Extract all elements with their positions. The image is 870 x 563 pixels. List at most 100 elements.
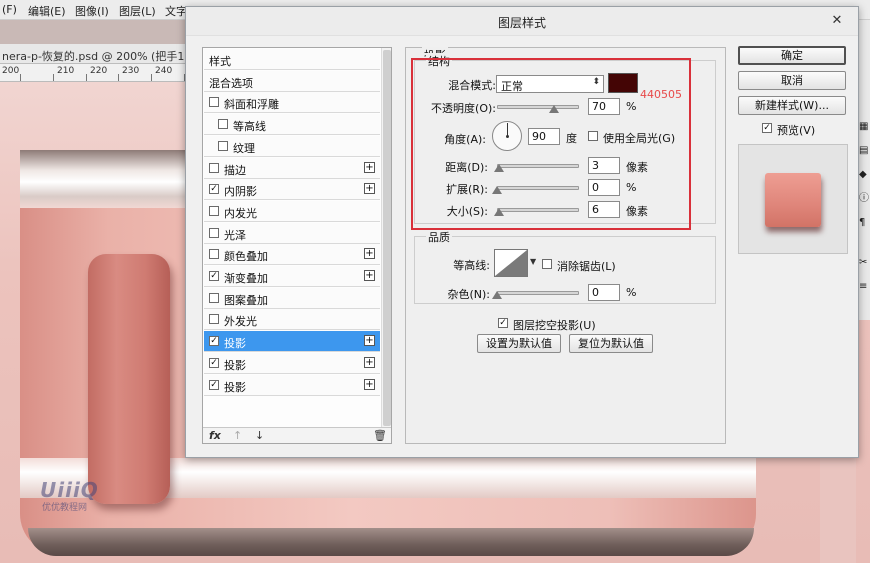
tool-icon[interactable]: ▤ [859, 144, 870, 158]
menu-edit[interactable]: 编辑(E) [28, 3, 66, 19]
watermark-text: 优优教程网 [42, 503, 88, 513]
menu-image[interactable]: 图像(I) [75, 3, 109, 19]
add-effect-plus-icon[interactable]: + [364, 183, 375, 195]
move-up-icon[interactable]: ↑ [233, 429, 242, 442]
style-list-label: 内发光 [224, 206, 257, 220]
anti-alias-label[interactable]: 消除锯齿(L) [557, 258, 616, 274]
make-default-button[interactable]: 设置为默认值 [477, 334, 561, 353]
style-list-item-drop-shadow[interactable]: ✓ 投影 + [204, 352, 380, 374]
style-list-item-styles[interactable]: 样式 [204, 49, 380, 70]
contour-curve-icon [495, 250, 527, 276]
style-list-label: 描边 [224, 163, 246, 177]
style-list-item-drop-shadow[interactable]: ✓ 投影 + [204, 331, 380, 353]
style-list-item-satin[interactable]: 光泽 [204, 222, 380, 244]
horizontal-ruler: 200 210 220 230 240 25 [0, 64, 200, 82]
dropdown-arrow-icon[interactable]: ▼ [530, 257, 536, 266]
watermark-logo: UiiiQ [40, 478, 99, 502]
noise-input[interactable]: 0 [588, 284, 620, 301]
cup-rim [20, 150, 200, 208]
style-list-item-contour[interactable]: 等高线 [204, 114, 380, 136]
style-list-item-stroke[interactable]: 描边 + [204, 157, 380, 179]
style-list-scrollbar[interactable] [381, 48, 391, 428]
style-checkbox[interactable]: ✓ [209, 336, 219, 347]
style-checkbox[interactable] [209, 314, 219, 325]
ruler-tick [20, 74, 21, 81]
move-down-icon[interactable]: ↓ [255, 429, 264, 442]
preview-label[interactable]: 预览(V) [777, 122, 815, 138]
knockout-checkbox[interactable]: ✓ [498, 318, 508, 328]
reset-default-button[interactable]: 复位为默认值 [569, 334, 653, 353]
add-effect-plus-icon[interactable]: + [364, 335, 375, 347]
knockout-label[interactable]: 图层挖空投影(U) [513, 317, 596, 333]
style-list-item-bevel-emboss[interactable]: 斜面和浮雕 [204, 92, 380, 114]
style-checkbox[interactable]: ✓ [209, 271, 219, 281]
style-list-label: 样式 [209, 55, 231, 68]
preview-checkbox[interactable]: ✓ [762, 123, 772, 133]
contour-picker[interactable] [494, 249, 528, 277]
new-style-button[interactable]: 新建样式(W)... [738, 96, 846, 115]
style-list-item-pattern-overlay[interactable]: 图案叠加 [204, 287, 380, 309]
style-list-item-inner-glow[interactable]: 内发光 [204, 200, 380, 222]
style-list-item-inner-shadow[interactable]: ✓ 内阴影 + [204, 179, 380, 201]
style-list-label: 图案叠加 [224, 293, 268, 307]
tool-icon[interactable]: ✂ [859, 256, 870, 270]
style-list-item-gradient-overlay[interactable]: ✓ 渐变叠加 + [204, 266, 380, 287]
style-list-item-color-overlay[interactable]: 颜色叠加 + [204, 244, 380, 266]
annotation-highlight-box [411, 58, 691, 230]
noise-slider[interactable] [497, 291, 579, 295]
trash-icon[interactable]: 🗑 [373, 429, 387, 442]
fx-icon[interactable]: fx [209, 429, 221, 442]
style-list-label: 投影 [224, 380, 246, 394]
style-list-item-outer-glow[interactable]: 外发光 [204, 309, 380, 331]
add-effect-plus-icon[interactable]: + [364, 248, 375, 260]
tool-icon[interactable]: ◆ [859, 168, 870, 182]
paragraph-icon[interactable]: ¶ [859, 216, 870, 230]
style-checkbox[interactable] [209, 292, 219, 303]
tool-icon[interactable]: ▦ [859, 120, 870, 134]
cup-base [28, 528, 754, 556]
style-list-label: 颜色叠加 [224, 250, 268, 264]
style-list-label: 外发光 [224, 315, 257, 329]
style-list-label: 投影 [224, 337, 246, 351]
style-list-item-texture[interactable]: 纹理 [204, 135, 380, 157]
style-checkbox[interactable] [209, 162, 219, 173]
tool-icon[interactable]: ≡ [859, 280, 870, 294]
style-list-label: 光泽 [224, 228, 246, 242]
style-list-label: 投影 [224, 358, 246, 372]
menu-file[interactable]: (F) [2, 3, 17, 16]
style-list-label: 渐变叠加 [224, 272, 268, 285]
anti-alias-checkbox[interactable] [542, 259, 552, 269]
annotation-color-code: 440505 [640, 88, 682, 101]
style-list-item-blending-options[interactable]: 混合选项 [204, 70, 380, 92]
ruler-number: 220 [90, 66, 108, 76]
noise-unit: % [626, 286, 637, 299]
style-checkbox[interactable]: ✓ [209, 357, 219, 368]
style-checkbox[interactable] [209, 205, 219, 216]
style-list-label: 等高线 [233, 120, 266, 134]
style-checkbox[interactable]: ✓ [209, 379, 219, 390]
dialog-titlebar[interactable]: 图层样式 ✕ [186, 7, 858, 36]
style-checkbox[interactable] [218, 119, 228, 130]
style-list-item-drop-shadow[interactable]: ✓ 投影 + [204, 374, 380, 396]
scrollbar-thumb[interactable] [383, 50, 391, 426]
add-effect-plus-icon[interactable]: + [364, 161, 375, 173]
style-checkbox[interactable] [209, 249, 219, 260]
add-effect-plus-icon[interactable]: + [364, 378, 375, 390]
noise-slider-thumb[interactable] [492, 291, 502, 299]
style-checkbox[interactable]: ✓ [209, 184, 219, 195]
style-checkbox[interactable] [209, 227, 219, 238]
style-list-label: 内阴影 [224, 185, 257, 199]
style-checkbox[interactable] [218, 140, 228, 151]
style-list-label: 混合选项 [209, 76, 253, 90]
menu-layer[interactable]: 图层(L) [119, 3, 156, 19]
document-tab[interactable]: nera-p-恢复的.psd @ 200% (把手1, RGB/ [0, 44, 219, 64]
close-icon[interactable]: ✕ [827, 11, 847, 31]
style-list: 样式混合选项斜面和浮雕等高线 纹理描边 + ✓ 内阴影 + 内发光光泽颜色叠加 + ✓ 渐变叠加 +… [202, 47, 392, 444]
ruler-number: 230 [122, 66, 140, 76]
ok-button[interactable]: 确定 [738, 46, 846, 65]
add-effect-plus-icon[interactable]: + [364, 356, 375, 368]
info-icon[interactable]: ⓘ [859, 192, 870, 206]
add-effect-plus-icon[interactable]: + [364, 270, 375, 281]
style-checkbox[interactable] [209, 97, 219, 108]
cancel-button[interactable]: 取消 [738, 71, 846, 90]
